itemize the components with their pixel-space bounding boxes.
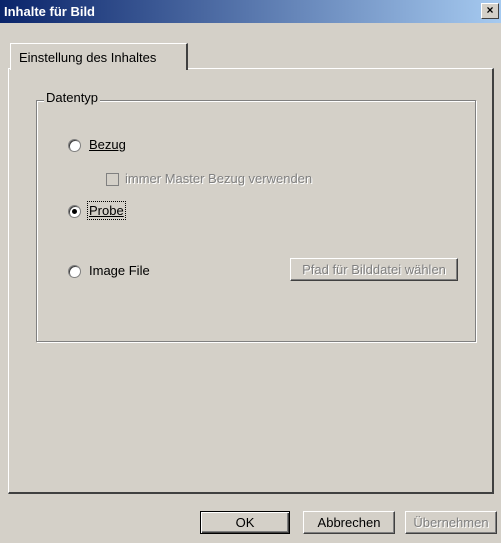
ok-button[interactable]: OK — [200, 511, 290, 534]
bezug-label[interactable]: Bezug — [89, 137, 126, 152]
probe-radio[interactable] — [68, 205, 81, 218]
apply-button[interactable]: Übernehmen — [405, 511, 497, 534]
image-file-label[interactable]: Image File — [89, 263, 150, 278]
close-button[interactable]: × — [481, 3, 499, 19]
tab-label: Einstellung des Inhaltes — [19, 50, 157, 65]
tab-einstellung-des-inhaltes[interactable]: Einstellung des Inhaltes — [10, 43, 188, 70]
master-bezug-label[interactable]: immer Master Bezug verwenden — [125, 171, 312, 186]
probe-label[interactable]: Probe — [87, 201, 126, 220]
close-icon: × — [486, 3, 494, 17]
cancel-button[interactable]: Abbrechen — [303, 511, 395, 534]
master-bezug-checkbox[interactable] — [106, 173, 119, 186]
bezug-radio[interactable] — [68, 139, 81, 152]
path-button[interactable]: Pfad für Bilddatei wählen — [290, 258, 458, 281]
title-bar: Inhalte für Bild × — [0, 0, 501, 23]
group-title: Datentyp — [44, 90, 101, 105]
radio-selected-dot — [72, 209, 77, 214]
window-title: Inhalte für Bild — [4, 4, 95, 19]
image-file-radio[interactable] — [68, 265, 81, 278]
